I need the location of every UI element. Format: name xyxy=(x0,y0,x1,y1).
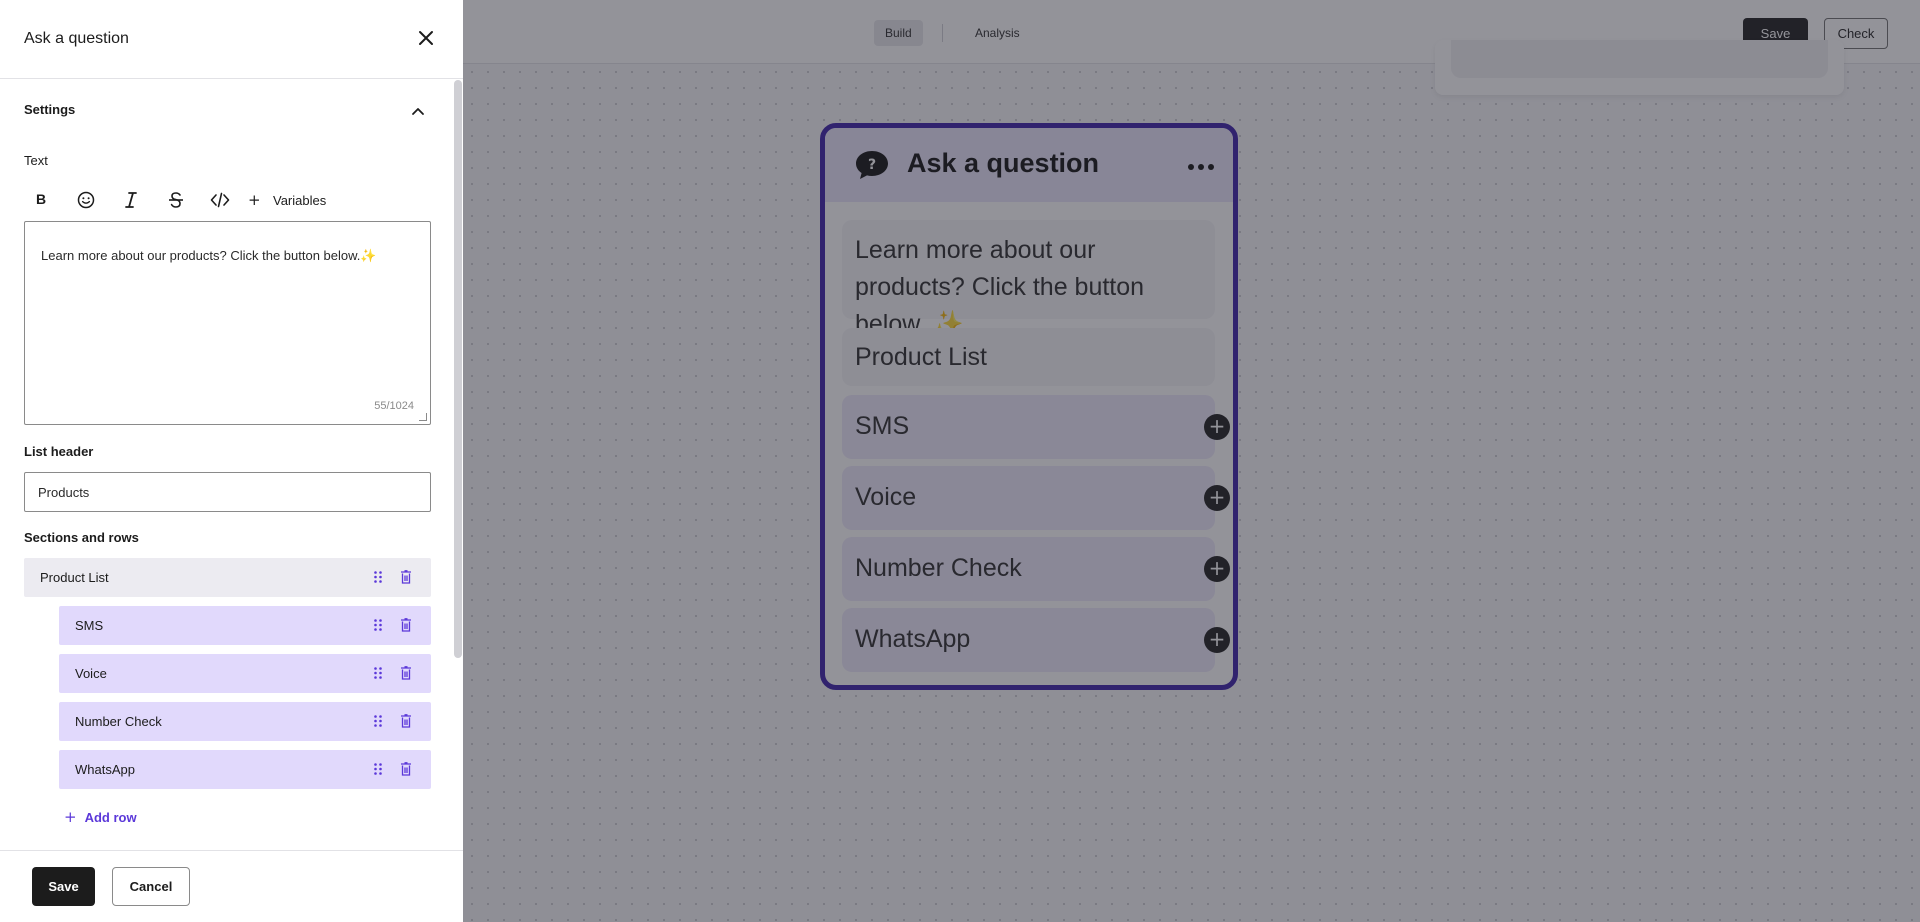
drag-handle-icon[interactable] xyxy=(374,715,382,727)
variables-button[interactable]: Variables xyxy=(273,193,326,208)
emoji-icon[interactable] xyxy=(77,191,95,209)
code-icon[interactable] xyxy=(210,191,230,209)
text-field-label: Text xyxy=(24,153,48,168)
add-row-button[interactable]: + Add row xyxy=(64,808,137,826)
text-message-editor[interactable]: Learn more about our products? Click the… xyxy=(24,221,431,425)
text-editor-value[interactable]: Learn more about our products? Click the… xyxy=(41,248,360,263)
chevron-up-icon[interactable] xyxy=(411,104,425,118)
row-item-label: SMS xyxy=(75,618,104,633)
resize-handle-icon[interactable] xyxy=(419,413,427,421)
list-header-input[interactable] xyxy=(24,472,431,512)
drag-handle-icon[interactable] xyxy=(374,619,382,631)
bold-icon[interactable]: B xyxy=(36,191,58,213)
panel-scrollbar[interactable] xyxy=(454,80,462,658)
trash-icon[interactable] xyxy=(401,666,411,680)
character-count: 55/1024 xyxy=(374,400,414,412)
cancel-button[interactable]: Cancel xyxy=(112,867,190,906)
panel-content[interactable]: Settings Text B + Variables Learn more a… xyxy=(0,80,463,850)
sections-and-rows-label: Sections and rows xyxy=(24,530,139,545)
panel-title: Ask a question xyxy=(24,30,129,47)
trash-icon[interactable] xyxy=(401,618,411,632)
settings-section-title[interactable]: Settings xyxy=(24,102,75,117)
section-row-label: Product List xyxy=(40,570,109,585)
italic-icon[interactable] xyxy=(123,191,139,209)
row-item-sms[interactable]: SMS xyxy=(59,606,431,645)
drag-handle-icon[interactable] xyxy=(374,763,382,775)
row-item-number-check[interactable]: Number Check xyxy=(59,702,431,741)
close-icon[interactable] xyxy=(418,30,434,46)
drag-handle-icon[interactable] xyxy=(374,667,382,679)
trash-icon[interactable] xyxy=(401,762,411,776)
strikethrough-icon[interactable] xyxy=(167,191,185,209)
panel-header: Ask a question xyxy=(0,0,463,79)
edit-side-panel: Ask a question Settings Text B + Variabl… xyxy=(0,0,463,922)
plus-icon[interactable]: + xyxy=(248,191,261,209)
row-item-whatsapp[interactable]: WhatsApp xyxy=(59,750,431,789)
save-button[interactable]: Save xyxy=(32,867,95,906)
row-item-label: Voice xyxy=(75,666,107,681)
trash-icon[interactable] xyxy=(401,714,411,728)
section-row-product-list[interactable]: Product List xyxy=(24,558,431,597)
trash-icon[interactable] xyxy=(401,570,411,584)
sparkles-emoji: ✨ xyxy=(360,248,377,263)
panel-footer: Save Cancel xyxy=(0,850,463,922)
list-header-label: List header xyxy=(24,444,94,459)
plus-icon: + xyxy=(64,808,77,826)
add-row-label: Add row xyxy=(84,810,137,825)
text-editor-content[interactable]: Learn more about our products? Click the… xyxy=(41,248,377,264)
row-item-label: WhatsApp xyxy=(75,762,135,777)
row-item-label: Number Check xyxy=(75,714,162,729)
drag-handle-icon[interactable] xyxy=(374,571,382,583)
row-item-voice[interactable]: Voice xyxy=(59,654,431,693)
